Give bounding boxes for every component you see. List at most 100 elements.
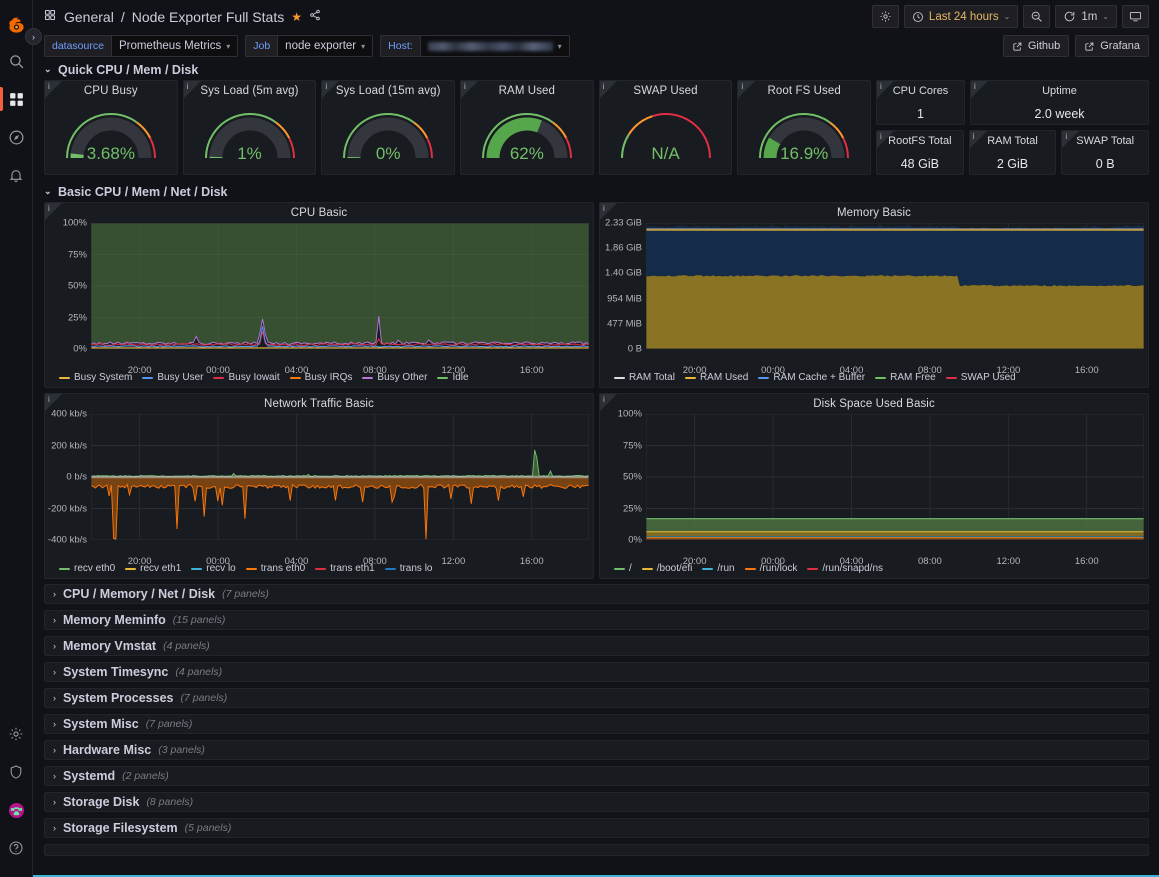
info-icon[interactable]: i	[48, 395, 50, 404]
stat-panel-swap-total[interactable]: i SWAP Total 0 B	[1061, 130, 1150, 175]
stat-title: RootFS Total	[888, 135, 952, 147]
share-icon[interactable]	[309, 9, 321, 24]
sidebar-item-dashboards[interactable]	[0, 80, 33, 118]
variable-value[interactable]: node exporter ▾	[277, 35, 374, 57]
sidebar-item-search[interactable]	[0, 42, 33, 80]
gauge-panel-ram-used[interactable]: i RAM Used 62%	[460, 80, 594, 175]
gauge-panel-cpu-busy[interactable]: i CPU Busy 3.68%	[44, 80, 178, 175]
legend-swatch	[59, 567, 70, 570]
collapsed-row-cpu-memory-net-disk[interactable]: › CPU / Memory / Net / Disk (7 panels)	[44, 584, 1149, 604]
legend-item[interactable]: recv eth0	[59, 563, 115, 574]
legend-label: Busy Iowait	[228, 372, 280, 383]
plot-area[interactable]	[90, 222, 590, 350]
info-icon[interactable]: i	[464, 82, 466, 91]
collapsed-row-system-misc[interactable]: › System Misc (7 panels)	[44, 714, 1149, 734]
y-axis-tick: 50%	[67, 280, 87, 292]
dashboard-grid-icon	[44, 9, 56, 24]
sidebar-item-explore[interactable]	[0, 118, 33, 156]
legend-swatch	[614, 567, 625, 570]
collapsed-row-hardware-misc[interactable]: › Hardware Misc (3 panels)	[44, 740, 1149, 760]
info-icon[interactable]: i	[880, 82, 882, 91]
info-icon[interactable]: i	[603, 82, 605, 91]
collapsed-row-storage-filesystem[interactable]: › Storage Filesystem (5 panels)	[44, 818, 1149, 838]
variable-job[interactable]: Job node exporter ▾	[245, 35, 374, 57]
stat-panel-cpu-cores[interactable]: i CPU Cores 1	[876, 80, 965, 125]
collapsed-row-system-processes[interactable]: › System Processes (7 panels)	[44, 688, 1149, 708]
info-icon[interactable]: i	[880, 132, 882, 141]
tv-mode-button[interactable]	[1122, 5, 1149, 28]
variable-value[interactable]: ▾	[419, 35, 570, 57]
time-range-picker[interactable]: Last 24 hours ⌄	[903, 5, 1019, 28]
info-icon[interactable]: i	[741, 82, 743, 91]
info-icon[interactable]: i	[603, 395, 605, 404]
info-icon[interactable]: i	[48, 82, 50, 91]
sidebar-item-help[interactable]	[0, 829, 33, 867]
chart-panel-memory-basic[interactable]: i Memory Basic 2.33 GiB 1.86 GiB 1.40 GiB 954…	[599, 202, 1149, 388]
legend-item[interactable]: Busy User	[142, 372, 203, 383]
stat-panel-ram-total[interactable]: i RAM Total 2 GiB	[968, 130, 1057, 175]
legend-swatch	[875, 376, 887, 379]
y-axis-tick: -200 kb/s	[47, 503, 87, 514]
panel-count: (8 panels)	[146, 796, 194, 808]
grafana-app: › General / Node Exporter Full Stats ★ L…	[0, 0, 1159, 877]
legend-item[interactable]: /run	[702, 563, 735, 574]
sidebar-item-alerting[interactable]	[0, 156, 33, 194]
info-icon[interactable]: i	[325, 82, 327, 91]
info-icon[interactable]: i	[187, 82, 189, 91]
collapsed-row-systemd[interactable]: › Systemd (2 panels)	[44, 766, 1149, 786]
legend-item[interactable]: RAM Total	[614, 372, 675, 383]
gauge-panel-root-fs-used[interactable]: i Root FS Used 16.9%	[737, 80, 872, 175]
collapsed-row-partial[interactable]	[44, 844, 1149, 856]
dashboard-settings-button[interactable]	[871, 5, 899, 28]
gauge-panel-swap-used[interactable]: i SWAP Used N/A	[598, 80, 733, 175]
chevron-right-icon: ›	[53, 797, 56, 807]
sidebar-item-configuration[interactable]	[0, 715, 33, 753]
sidebar-item-server-admin[interactable]	[0, 753, 33, 791]
github-link-button[interactable]: Github	[1002, 35, 1070, 57]
row-header-quick-cpu-mem-disk[interactable]: ⌄ Quick CPU / Mem / Disk	[44, 59, 1149, 80]
stat-panel-uptime[interactable]: i Uptime 2.0 week	[970, 80, 1149, 125]
legend-swatch	[142, 376, 154, 379]
chart-panel-disk-space-used-basic[interactable]: i Disk Space Used Basic 100% 75% 50% 25% 0% 20:…	[599, 393, 1149, 579]
sidebar-expand-toggle[interactable]: ›	[25, 28, 42, 45]
legend-item[interactable]: /	[614, 563, 632, 574]
legend-label: Busy User	[157, 372, 204, 383]
zoom-out-time-button[interactable]	[1023, 5, 1051, 28]
chart-panel-cpu-basic[interactable]: i CPU Basic 100% 75% 50% 25% 0% 20:00 00:00 04:00…	[44, 202, 594, 388]
sidebar-item-profile[interactable]	[0, 791, 33, 829]
refresh-button[interactable]: 1m ⌄	[1055, 5, 1117, 28]
variable-text: Prometheus Metrics	[118, 40, 222, 52]
collapsed-row-system-timesync[interactable]: › System Timesync (4 panels)	[44, 662, 1149, 682]
info-icon[interactable]: i	[974, 82, 976, 91]
chevron-right-icon: ›	[53, 823, 56, 833]
breadcrumb-folder[interactable]: General	[64, 9, 114, 25]
variable-host[interactable]: Host: ▾	[380, 35, 570, 57]
collapsed-row-memory-vmstat[interactable]: › Memory Vmstat (4 panels)	[44, 636, 1149, 656]
toolbar-actions: Last 24 hours ⌄ 1m ⌄	[871, 5, 1149, 28]
gauge-value: 1%	[237, 144, 262, 163]
info-icon[interactable]: i	[48, 204, 50, 213]
stat-panel-rootfs-total[interactable]: i RootFS Total 48 GiB	[876, 130, 964, 175]
plot-area[interactable]	[90, 413, 590, 541]
y-axis-tick: 50%	[622, 471, 642, 483]
chart-panel-network-traffic-basic[interactable]: i Network Traffic Basic 400 kb/s 200 kb/s 0 …	[44, 393, 594, 579]
info-icon[interactable]: i	[973, 132, 975, 141]
grafana-link-button[interactable]: Grafana	[1075, 35, 1149, 57]
variable-datasource[interactable]: datasource Prometheus Metrics ▾	[44, 35, 239, 57]
gauge-panel-sys-load-15m-avg[interactable]: i Sys Load (15m avg) 0%	[321, 80, 456, 175]
legend-item[interactable]: trans lo	[384, 563, 433, 574]
plot-area[interactable]	[645, 222, 1145, 350]
y-axis-tick: 0 b/s	[66, 471, 87, 483]
info-icon[interactable]: i	[1065, 132, 1067, 141]
page-title[interactable]: Node Exporter Full Stats	[132, 9, 285, 25]
collapsed-row-memory-meminfo[interactable]: › Memory Meminfo (15 panels)	[44, 610, 1149, 630]
collapsed-row-storage-disk[interactable]: › Storage Disk (8 panels)	[44, 792, 1149, 812]
plot-area[interactable]	[645, 413, 1145, 541]
variable-value[interactable]: Prometheus Metrics ▾	[110, 35, 239, 57]
y-axis: 100% 75% 50% 25% 0%	[45, 218, 91, 355]
row-header-basic-cpu-mem-net-disk[interactable]: ⌄ Basic CPU / Mem / Net / Disk	[44, 181, 1149, 202]
legend-item[interactable]: Busy System	[59, 372, 132, 383]
gauge-panel-sys-load-5m-avg[interactable]: i Sys Load (5m avg) 1%	[182, 80, 317, 175]
star-icon[interactable]: ★	[291, 10, 302, 24]
info-icon[interactable]: i	[603, 204, 605, 213]
